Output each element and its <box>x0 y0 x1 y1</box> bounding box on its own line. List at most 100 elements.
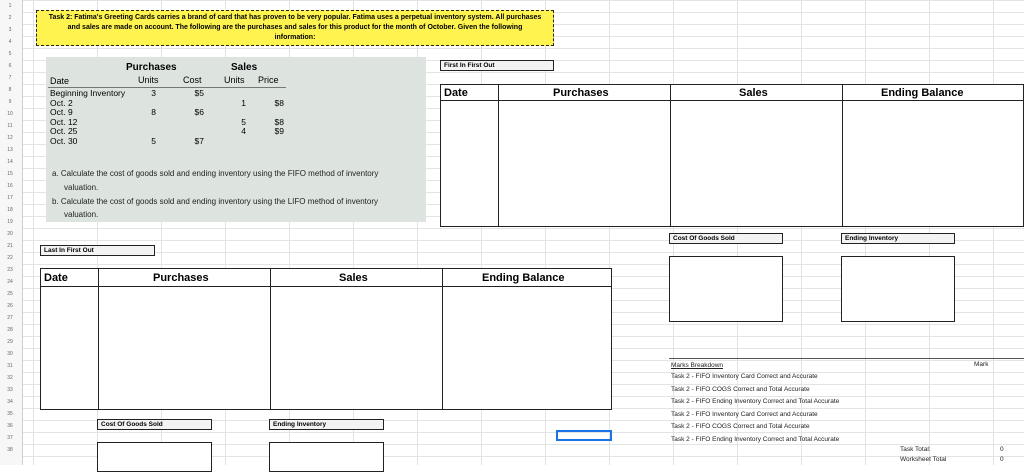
row-number[interactable]: 17 <box>0 195 20 201</box>
row-number[interactable]: 26 <box>0 303 20 309</box>
row-number[interactable]: 1 <box>0 3 20 9</box>
lifo-ending-inventory-label[interactable]: Ending Inventory <box>269 419 384 430</box>
lifo-header-line <box>41 286 611 287</box>
question-a-line2: valuation. <box>64 183 99 192</box>
row-number[interactable]: 28 <box>0 327 20 333</box>
lifo-cogs-label-text: Cost Of Goods Sold <box>101 421 163 428</box>
fifo-cogs-box[interactable] <box>669 256 783 322</box>
row-sales-units: 5 <box>241 116 246 127</box>
task-description-box[interactable]: Task 2: Fatima's Greeting Cards carries … <box>36 10 554 46</box>
row-number[interactable]: 37 <box>0 435 20 441</box>
row-number[interactable]: 4 <box>0 39 20 45</box>
row-number[interactable]: 21 <box>0 243 20 249</box>
row-number[interactable]: 25 <box>0 291 20 297</box>
selected-cell[interactable] <box>556 430 612 441</box>
lifo-cogs-box[interactable] <box>97 442 212 472</box>
fifo-col-divider <box>842 85 843 226</box>
fifo-cogs-label[interactable]: Cost Of Goods Sold <box>669 233 783 244</box>
lifo-col-divider <box>442 269 443 409</box>
row-number[interactable]: 2 <box>0 15 20 21</box>
row-number[interactable]: 16 <box>0 183 20 189</box>
task-total-label: Task Total: <box>900 446 931 453</box>
row-number[interactable]: 38 <box>0 447 20 453</box>
row-purchase-cost: $7 <box>194 135 204 146</box>
row-sales-units: 1 <box>241 97 246 108</box>
row-number[interactable]: 29 <box>0 339 20 345</box>
row-number[interactable]: 31 <box>0 363 20 369</box>
row-purchase-cost: $5 <box>194 88 204 98</box>
row-purchase-units: 3 <box>151 88 156 98</box>
row-number[interactable]: 6 <box>0 63 20 69</box>
mark-item: Task 2 - FIFO Inventory Card Correct and… <box>671 373 818 380</box>
row-sales-price: $8 <box>274 97 284 108</box>
question-b-line2: valuation. <box>64 210 99 219</box>
mark-column-header: Mark <box>974 361 989 368</box>
marks-breakdown-title: Marks Breakdown <box>671 362 724 369</box>
row-date: Oct. 12 <box>50 116 78 127</box>
fifo-ending-inventory-box[interactable] <box>841 256 955 322</box>
row-number[interactable]: 10 <box>0 111 20 117</box>
row-number[interactable]: 15 <box>0 171 20 177</box>
lifo-cogs-label[interactable]: Cost Of Goods Sold <box>97 419 212 430</box>
fifo-header-purchases: Purchases <box>553 87 609 99</box>
lifo-ending-inventory-label-text: Ending Inventory <box>273 421 327 428</box>
row-sales-price: $9 <box>274 126 284 136</box>
row-number[interactable]: 18 <box>0 207 20 213</box>
row-number[interactable]: 11 <box>0 123 20 129</box>
row-number[interactable]: 23 <box>0 267 20 273</box>
row-number[interactable]: 20 <box>0 231 20 237</box>
col-units: Units <box>138 75 159 85</box>
col-price: Price <box>258 75 279 85</box>
lifo-col-divider <box>270 269 271 409</box>
fifo-ending-inventory-label[interactable]: Ending Inventory <box>841 233 955 244</box>
row-number[interactable]: 13 <box>0 147 20 153</box>
row-date: Beginning Inventory <box>50 88 126 98</box>
row-sales-price: $8 <box>274 116 284 127</box>
row-number[interactable]: 35 <box>0 411 20 417</box>
row-number[interactable]: 7 <box>0 75 20 81</box>
sales-header: Sales <box>231 62 258 73</box>
lifo-ending-inventory-box[interactable] <box>269 442 384 472</box>
fifo-header-line <box>441 100 1023 101</box>
row-number[interactable]: 19 <box>0 219 20 225</box>
lifo-table[interactable]: Date Purchases Sales Ending Balance <box>40 268 612 410</box>
lifo-header-date: Date <box>44 272 68 284</box>
row-number[interactable]: 8 <box>0 87 20 93</box>
lifo-header-sales: Sales <box>339 272 368 284</box>
lifo-label-text: Last In First Out <box>44 247 94 254</box>
row-number[interactable]: 14 <box>0 159 20 165</box>
row-number[interactable]: 33 <box>0 387 20 393</box>
fifo-label-text: First In First Out <box>444 62 495 69</box>
row-purchase-units: 8 <box>151 107 156 117</box>
row-number[interactable]: 12 <box>0 135 20 141</box>
row-number[interactable]: 5 <box>0 51 20 57</box>
question-b-line1: b. Calculate the cost of goods sold and … <box>52 197 378 206</box>
row-number[interactable]: 9 <box>0 99 20 105</box>
row-number[interactable]: 3 <box>0 27 20 33</box>
purchases-header: Purchases <box>126 62 177 73</box>
fifo-col-divider <box>498 85 499 226</box>
question-a-line1: a. Calculate the cost of goods sold and … <box>52 169 379 178</box>
row-number[interactable]: 36 <box>0 423 20 429</box>
row-number[interactable]: 24 <box>0 279 20 285</box>
row-number[interactable]: 30 <box>0 351 20 357</box>
task-description-text: Task 2: Fatima's Greeting Cards carries … <box>48 14 542 41</box>
row-number-column: 1 2 3 4 5 6 7 8 9 10 11 12 13 14 15 16 17 18 19 20 21 22 23 24 2… <box>0 0 23 465</box>
row-number[interactable]: 27 <box>0 315 20 321</box>
mark-item: Task 2 - FIFO Inventory Card Correct and… <box>671 410 818 418</box>
row-number[interactable]: 22 <box>0 255 20 261</box>
col-date: Date <box>50 76 70 86</box>
row-sales-units: 4 <box>241 126 246 136</box>
fifo-table[interactable]: Date Purchases Sales Ending Balance <box>440 84 1024 227</box>
fifo-col-divider <box>670 85 671 226</box>
inventory-data-panel: Purchases Sales Date Units Cost Units Pr… <box>46 57 426 222</box>
col-cost: Cost <box>183 75 202 85</box>
lifo-label[interactable]: Last In First Out <box>40 245 155 256</box>
row-number[interactable]: 34 <box>0 399 20 405</box>
fifo-label[interactable]: First In First Out <box>440 60 554 71</box>
row-number[interactable]: 32 <box>0 375 20 381</box>
row-date: Oct. 9 <box>50 107 73 117</box>
worksheet-total-label: Worksheet Total <box>900 456 947 463</box>
row-purchase-units: 5 <box>151 135 156 146</box>
row-date: Oct. 25 <box>50 126 78 136</box>
